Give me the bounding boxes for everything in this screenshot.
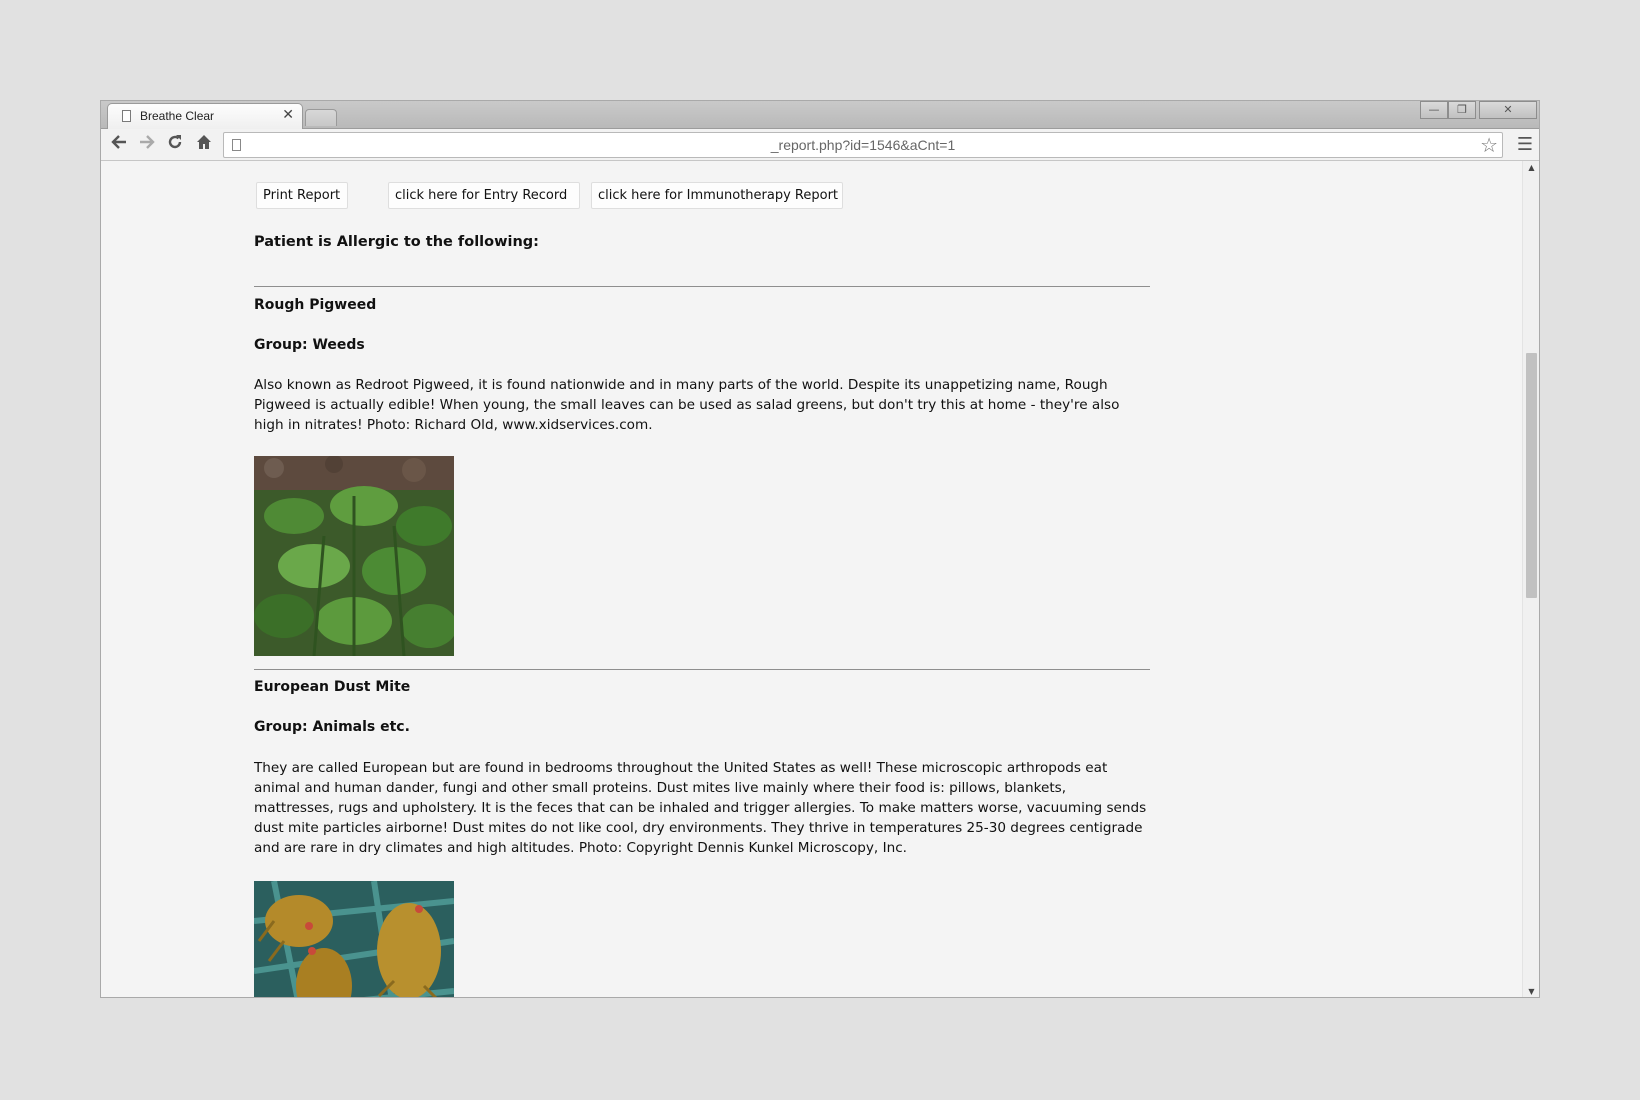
minimize-button[interactable]: — (1420, 101, 1448, 119)
scrollbar-thumb[interactable] (1526, 353, 1537, 598)
entry-record-button[interactable]: click here for Entry Record (388, 182, 580, 209)
scroll-up-arrow-icon[interactable]: ▲ (1523, 161, 1539, 175)
url-text[interactable]: _report.php?id=1546&aCnt=1 (224, 137, 1502, 153)
tab-title: Breathe Clear (140, 109, 215, 123)
dust-mite-photo (254, 881, 454, 997)
reload-icon[interactable] (163, 133, 187, 157)
maximize-button[interactable]: ❐ (1448, 101, 1476, 119)
close-window-button[interactable]: ✕ (1479, 101, 1537, 119)
bookmark-star-icon[interactable]: ☆ (1480, 133, 1498, 157)
new-tab-button[interactable] (305, 109, 337, 126)
allergen-description: Also known as Redroot Pigweed, it is fou… (254, 377, 1120, 433)
address-bar[interactable]: _report.php?id=1546&aCnt=1 ☆ (223, 132, 1503, 158)
allergen-description: They are called European but are found i… (254, 760, 1147, 856)
tab-strip: Breathe Clear ✕ — ❐ ✕ (101, 101, 1539, 129)
vertical-scrollbar[interactable]: ▲ ▼ (1522, 161, 1539, 997)
browser-window: Breathe Clear ✕ — ❐ ✕ _report.php?id=154… (100, 100, 1540, 998)
tab-breathe-clear[interactable]: Breathe Clear ✕ (107, 103, 303, 129)
report-button-row: Print Report click here for Entry Record… (254, 182, 1150, 210)
pigweed-photo (254, 456, 454, 656)
allergen-group: Group: Weeds (254, 337, 365, 353)
page-viewport: Print Report click here for Entry Record… (101, 161, 1539, 997)
menu-icon[interactable]: ☰ (1515, 134, 1535, 156)
page-icon (122, 110, 131, 122)
home-icon[interactable] (192, 133, 216, 157)
allergy-heading: Patient is Allergic to the following: (254, 234, 539, 250)
scroll-down-arrow-icon[interactable]: ▼ (1523, 985, 1539, 997)
divider (254, 669, 1150, 670)
allergen-group: Group: Animals etc. (254, 719, 410, 735)
allergen-name: European Dust Mite (254, 679, 411, 695)
back-arrow-icon[interactable] (107, 133, 131, 157)
allergen-name: Rough Pigweed (254, 297, 377, 313)
browser-toolbar: _report.php?id=1546&aCnt=1 ☆ ☰ (101, 129, 1539, 161)
tab-close-icon[interactable]: ✕ (282, 107, 294, 123)
print-report-button[interactable]: Print Report (256, 182, 348, 209)
divider (254, 286, 1150, 287)
immunotherapy-report-button[interactable]: click here for Immunotherapy Report (591, 182, 843, 209)
forward-arrow-icon[interactable] (135, 133, 159, 157)
